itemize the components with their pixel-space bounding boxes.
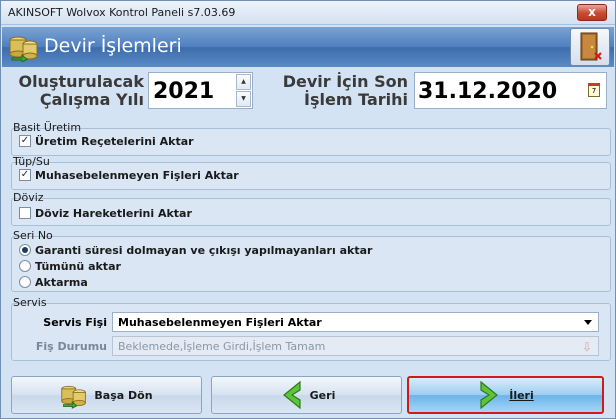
arrow-left-icon bbox=[282, 380, 301, 410]
dropdown-arrow-icon[interactable] bbox=[584, 320, 592, 325]
radio-unselected-icon[interactable] bbox=[19, 276, 31, 288]
group-title: Seri No bbox=[13, 229, 53, 242]
group-title: Servis bbox=[13, 296, 47, 309]
date-field[interactable]: 31.12.2020 7 bbox=[414, 72, 607, 109]
title-bar: AKINSOFT Wolvox Kontrol Paneli s7.03.69 … bbox=[1, 1, 615, 25]
database-transfer-icon bbox=[9, 36, 38, 62]
doviz-hareketleri-checkbox[interactable]: Döviz Hareketlerini Aktar bbox=[19, 206, 192, 220]
calendar-icon[interactable]: 7 bbox=[588, 83, 600, 97]
arrow-right-icon bbox=[480, 380, 499, 410]
app-window: AKINSOFT Wolvox Kontrol Paneli s7.03.69 … bbox=[0, 0, 616, 419]
group-title: Tüp/Su bbox=[13, 155, 50, 168]
spin-down-icon[interactable]: ▼ bbox=[236, 91, 251, 107]
geri-label: Geri bbox=[309, 388, 336, 402]
seri-no-option-tumunu[interactable]: Tümünü aktar bbox=[19, 259, 121, 273]
group-basit-uretim: Basit Üretim ✓ Üretim Reçetelerini Aktar bbox=[7, 121, 611, 157]
spin-up-icon[interactable]: ▲ bbox=[236, 74, 251, 90]
group-seri-no: Seri No Garanti süresi dolmayan ve çıkış… bbox=[7, 229, 611, 293]
servis-fisi-select[interactable]: Muhasebelenmeyen Fişleri Aktar bbox=[112, 312, 599, 332]
date-label: Devir İçin Son İşlem Tarihi bbox=[282, 72, 408, 109]
radio-selected-icon[interactable] bbox=[19, 244, 31, 256]
page-title: Devir İşlemleri bbox=[44, 35, 182, 57]
database-transfer-icon bbox=[61, 385, 87, 409]
fis-durumu-value: Beklemede,İşleme Girdi,İşlem Tamam bbox=[118, 340, 326, 353]
year-spinner[interactable]: 2021 ▲ ▼ bbox=[148, 72, 253, 109]
exit-button[interactable] bbox=[570, 28, 610, 66]
group-title: Döviz bbox=[13, 191, 44, 204]
page-header: Devir İşlemleri bbox=[2, 27, 614, 67]
servis-fisi-value: Muhasebelenmeyen Fişleri Aktar bbox=[118, 316, 322, 329]
basa-don-label: Başa Dön bbox=[94, 388, 153, 402]
basa-don-button[interactable]: Başa Dön bbox=[11, 376, 202, 414]
ileri-button[interactable]: İleri bbox=[407, 376, 604, 414]
tup-su-muhasebe-checkbox[interactable]: ✓ Muhasebelenmeyen Fişleri Aktar bbox=[19, 168, 239, 182]
geri-button[interactable]: Geri bbox=[211, 376, 402, 414]
group-doviz: Döviz Döviz Hareketlerini Aktar bbox=[7, 191, 611, 227]
period-settings: Oluşturulacak Çalışma Yılı 2021 ▲ ▼ Devi… bbox=[7, 69, 611, 115]
year-label: Oluşturulacak Çalışma Yılı bbox=[18, 72, 144, 109]
group-tup-su: Tüp/Su ✓ Muhasebelenmeyen Fişleri Aktar bbox=[7, 155, 611, 191]
year-value[interactable]: 2021 bbox=[153, 79, 214, 104]
uretim-receteleri-checkbox[interactable]: ✓ Üretim Reçetelerini Aktar bbox=[19, 134, 194, 148]
year-spin-buttons: ▲ ▼ bbox=[236, 74, 251, 107]
arrow-down-icon: ⇩ bbox=[581, 340, 592, 354]
seri-no-option-aktarma[interactable]: Aktarma bbox=[19, 275, 88, 289]
seri-no-option-garanti[interactable]: Garanti süresi dolmayan ve çıkışı yapılm… bbox=[19, 243, 372, 257]
exit-door-icon bbox=[580, 32, 602, 61]
checkbox-unchecked-icon[interactable] bbox=[19, 207, 31, 219]
checkbox-checked-icon[interactable]: ✓ bbox=[19, 169, 31, 181]
ileri-label: İleri bbox=[509, 388, 534, 402]
close-button[interactable]: x bbox=[577, 4, 607, 21]
fis-durumu-label: Fiş Durumu bbox=[35, 340, 107, 353]
radio-unselected-icon[interactable] bbox=[19, 260, 31, 272]
group-servis: Servis Servis Fişi Muhasebelenmeyen Fişl… bbox=[7, 296, 611, 362]
checkbox-checked-icon[interactable]: ✓ bbox=[19, 135, 31, 147]
fis-durumu-select: Beklemede,İşleme Girdi,İşlem Tamam ⇩ bbox=[112, 336, 599, 356]
date-value[interactable]: 31.12.2020 bbox=[418, 79, 557, 104]
wizard-nav: Başa Dön Geri İleri bbox=[7, 373, 611, 417]
servis-fisi-label: Servis Fişi bbox=[43, 316, 107, 329]
window-title: AKINSOFT Wolvox Kontrol Paneli s7.03.69 bbox=[8, 6, 236, 19]
group-title: Basit Üretim bbox=[13, 121, 82, 134]
